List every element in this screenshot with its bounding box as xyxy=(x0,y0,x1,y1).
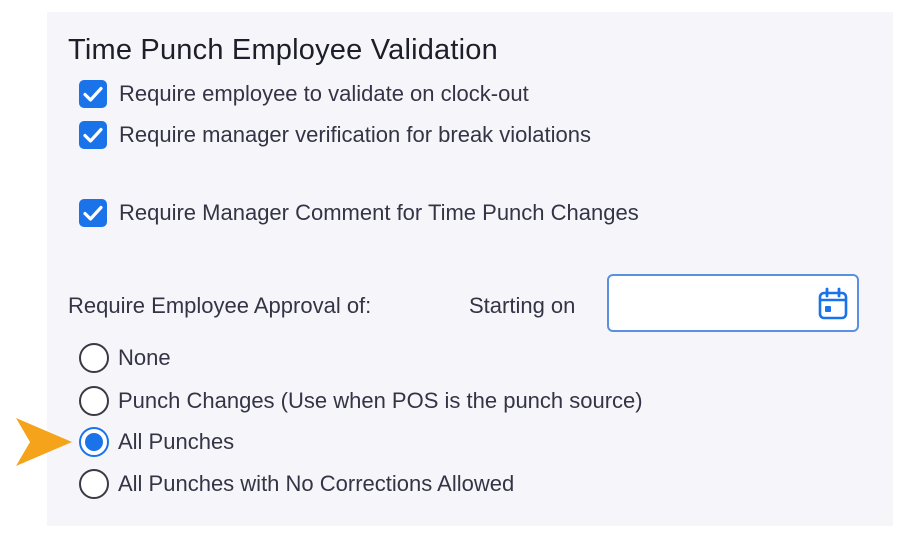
radio-button-punch-changes[interactable] xyxy=(79,386,109,416)
radio-option-all-punches[interactable]: All Punches xyxy=(79,427,234,457)
validate-clock-out-label: Require employee to validate on clock-ou… xyxy=(119,81,529,106)
arrow-pointer-icon xyxy=(16,418,72,466)
checkbox-row-validate-clock-out[interactable]: Require employee to validate on clock-ou… xyxy=(79,80,529,108)
validate-clock-out-checkbox[interactable] xyxy=(79,80,107,108)
radio-button-all-punches[interactable] xyxy=(79,427,109,457)
checkbox-row-break-violations[interactable]: Require manager verification for break v… xyxy=(79,121,591,149)
radio-button-no-corrections[interactable] xyxy=(79,469,109,499)
section-title: Time Punch Employee Validation xyxy=(68,34,498,66)
start-date-input[interactable] xyxy=(617,284,811,324)
checkmark-icon xyxy=(83,205,103,221)
starting-on-label: Starting on xyxy=(469,293,576,318)
calendar-icon[interactable] xyxy=(817,287,849,321)
employee-approval-label: Require Employee Approval of: xyxy=(68,293,372,318)
radio-label-none: None xyxy=(118,345,171,370)
start-date-field[interactable] xyxy=(607,274,859,332)
radio-option-no-corrections[interactable]: All Punches with No Corrections Allowed xyxy=(79,469,514,499)
checkbox-row-manager-comment[interactable]: Require Manager Comment for Time Punch C… xyxy=(79,199,639,227)
break-violations-label: Require manager verification for break v… xyxy=(119,122,592,147)
radio-button-none[interactable] xyxy=(79,343,109,373)
radio-option-none[interactable]: None xyxy=(79,343,171,373)
manager-comment-checkbox[interactable] xyxy=(79,199,107,227)
radio-label-punch-changes: Punch Changes (Use when POS is the punch… xyxy=(118,388,643,413)
manager-comment-label: Require Manager Comment for Time Punch C… xyxy=(119,200,639,225)
checkmark-icon xyxy=(83,86,103,102)
break-violations-checkbox[interactable] xyxy=(79,121,107,149)
radio-label-all-punches: All Punches xyxy=(118,429,235,454)
checkmark-icon xyxy=(83,127,103,143)
radio-label-no-corrections: All Punches with No Corrections Allowed xyxy=(118,471,515,496)
radio-option-punch-changes[interactable]: Punch Changes (Use when POS is the punch… xyxy=(79,386,643,416)
